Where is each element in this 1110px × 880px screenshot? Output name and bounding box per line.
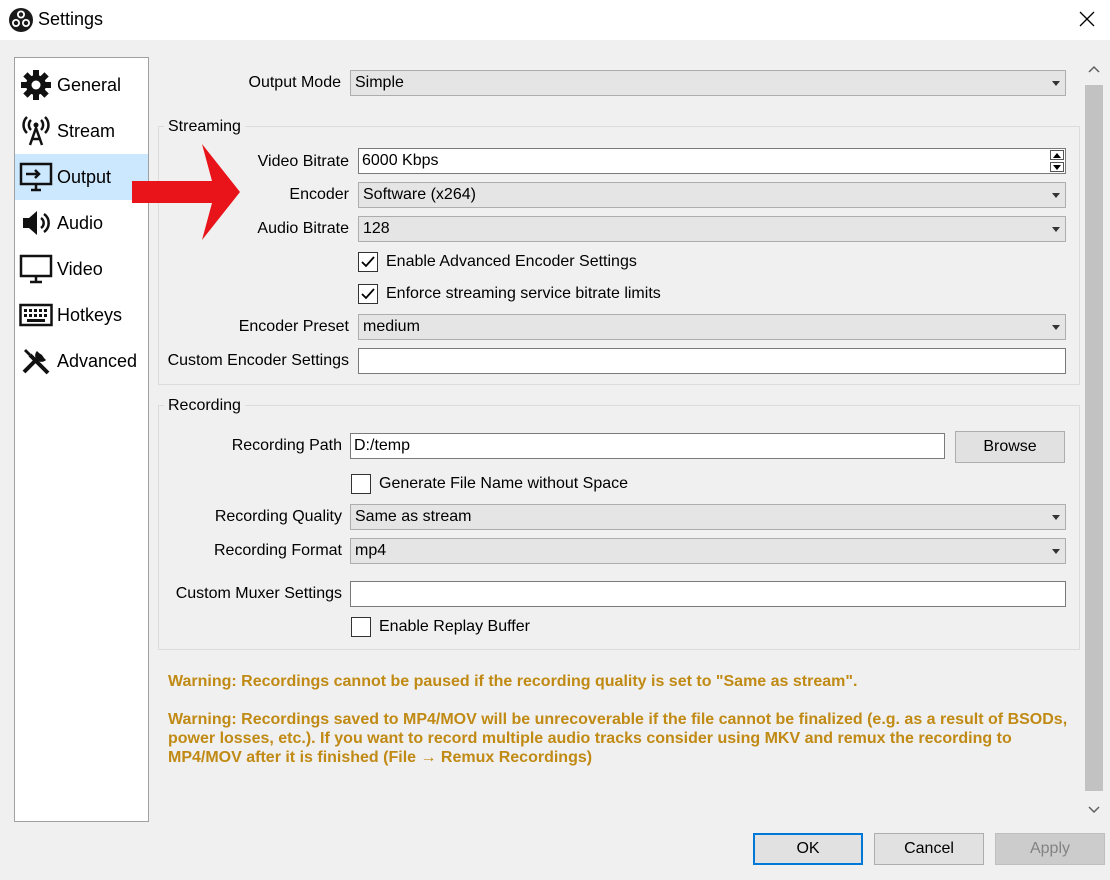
no-space-filename-label: Generate File Name without Space <box>379 475 629 492</box>
sidebar-item-label: Advanced <box>57 350 138 371</box>
chevron-up-icon <box>1088 65 1100 73</box>
close-button[interactable] <box>1064 0 1110 38</box>
sidebar-item-stream[interactable]: Stream <box>15 108 148 154</box>
sidebar-item-label: Video <box>57 258 103 279</box>
sidebar-item-label: General <box>57 74 122 95</box>
replay-buffer-checkbox[interactable]: Enable Replay Buffer <box>351 616 530 638</box>
advanced-encoder-checkbox[interactable]: Enable Advanced Encoder Settings <box>358 251 637 273</box>
custom-encoder-input[interactable] <box>358 348 1066 374</box>
replay-buffer-label: Enable Replay Buffer <box>379 618 530 635</box>
video-bitrate-label: Video Bitrate <box>257 153 349 170</box>
enforce-bitrate-label: Enforce streaming service bitrate limits <box>386 285 661 302</box>
streaming-group-title: Streaming <box>164 118 245 136</box>
checkbox-box <box>351 617 371 637</box>
apply-button[interactable]: Apply <box>995 833 1105 865</box>
encoder-label: Encoder <box>289 186 349 203</box>
checkbox-box <box>358 252 378 272</box>
sidebar-item-video[interactable]: Video <box>15 246 148 292</box>
recording-group-title: Recording <box>164 397 245 415</box>
audio-bitrate-select[interactable]: 128 <box>358 216 1066 242</box>
scroll-thumb[interactable] <box>1085 85 1103 791</box>
scroll-down-button[interactable] <box>1082 798 1106 822</box>
audio-bitrate-value: 128 <box>363 220 390 237</box>
encoder-preset-select[interactable]: medium <box>358 314 1066 340</box>
title-bar: Settings <box>0 0 1110 40</box>
ok-button[interactable]: OK <box>753 833 863 865</box>
close-icon <box>1079 11 1095 27</box>
sidebar-item-audio[interactable]: Audio <box>15 200 148 246</box>
gear-icon <box>17 68 55 102</box>
cancel-button[interactable]: Cancel <box>874 833 984 865</box>
recording-quality-label: Recording Quality <box>214 508 342 525</box>
video-bitrate-spinbox[interactable]: 6000 Kbps <box>358 148 1066 174</box>
keyboard-icon <box>17 298 55 332</box>
obs-logo-icon <box>9 8 33 32</box>
audio-bitrate-label: Audio Bitrate <box>257 220 349 237</box>
scroll-up-button[interactable] <box>1082 57 1106 81</box>
pause-warning-text: Warning: Recordings cannot be paused if … <box>168 673 858 690</box>
window-title: Settings <box>38 9 104 29</box>
chevron-down-icon <box>1052 325 1060 330</box>
video-bitrate-value: 6000 Kbps <box>362 152 439 169</box>
sidebar-item-output[interactable]: Output <box>15 154 148 200</box>
mp4-warning-text: Warning: Recordings saved to MP4/MOV wil… <box>168 711 1068 766</box>
speaker-icon <box>17 206 55 240</box>
encoder-select[interactable]: Software (x264) <box>358 182 1066 208</box>
sidebar-item-label: Hotkeys <box>57 304 123 325</box>
spinner <box>1050 150 1064 172</box>
antenna-icon <box>17 114 55 148</box>
output-mode-select[interactable]: Simple <box>350 70 1066 96</box>
output-mode-label: Output Mode <box>248 74 342 91</box>
enforce-bitrate-checkbox[interactable]: Enforce streaming service bitrate limits <box>358 283 661 305</box>
checkmark-icon <box>361 288 375 300</box>
chevron-up-icon <box>1053 152 1061 158</box>
sidebar-item-general[interactable]: General <box>15 62 148 108</box>
tools-icon <box>17 344 55 378</box>
custom-encoder-label: Custom Encoder Settings <box>167 352 349 369</box>
custom-muxer-label: Custom Muxer Settings <box>175 585 342 602</box>
sidebar-item-label: Audio <box>57 212 104 233</box>
recording-format-label: Recording Format <box>213 542 342 559</box>
sidebar-item-label: Output <box>57 166 112 187</box>
sidebar-item-advanced[interactable]: Advanced <box>15 338 148 384</box>
red-arrow-annotation-icon <box>132 144 240 240</box>
chevron-down-icon <box>1052 193 1060 198</box>
recording-format-value: mp4 <box>355 542 387 559</box>
recording-format-select[interactable]: mp4 <box>350 538 1066 564</box>
checkmark-icon <box>361 256 375 268</box>
recording-path-input[interactable]: D:/temp <box>350 433 945 459</box>
spin-up-button[interactable] <box>1050 150 1064 160</box>
vertical-scrollbar[interactable] <box>1082 57 1106 822</box>
recording-quality-value: Same as stream <box>355 508 472 525</box>
sidebar-item-hotkeys[interactable]: Hotkeys <box>15 292 148 338</box>
spin-down-button[interactable] <box>1050 162 1064 172</box>
monitor-icon <box>17 252 55 286</box>
checkbox-box <box>351 474 371 494</box>
encoder-preset-value: medium <box>363 318 420 335</box>
custom-muxer-input[interactable] <box>350 581 1066 607</box>
recording-path-label: Recording Path <box>231 437 342 454</box>
recording-quality-select[interactable]: Same as stream <box>350 504 1066 530</box>
encoder-preset-label: Encoder Preset <box>238 318 349 335</box>
monitor-output-icon <box>17 160 55 194</box>
settings-sidebar: General Stream Output Audio Video Hotkey… <box>14 57 149 822</box>
sidebar-item-label: Stream <box>57 120 116 141</box>
advanced-encoder-label: Enable Advanced Encoder Settings <box>386 253 637 270</box>
checkbox-box <box>358 284 378 304</box>
chevron-down-icon <box>1052 81 1060 86</box>
output-mode-value: Simple <box>355 74 404 91</box>
chevron-down-icon <box>1052 515 1060 520</box>
encoder-value: Software (x264) <box>363 186 476 203</box>
no-space-filename-checkbox[interactable]: Generate File Name without Space <box>351 473 628 495</box>
chevron-down-icon <box>1052 549 1060 554</box>
chevron-down-icon <box>1052 227 1060 232</box>
recording-path-value: D:/temp <box>354 437 411 454</box>
chevron-down-icon <box>1088 806 1100 814</box>
chevron-down-icon <box>1053 164 1061 170</box>
browse-button[interactable]: Browse <box>955 431 1065 463</box>
